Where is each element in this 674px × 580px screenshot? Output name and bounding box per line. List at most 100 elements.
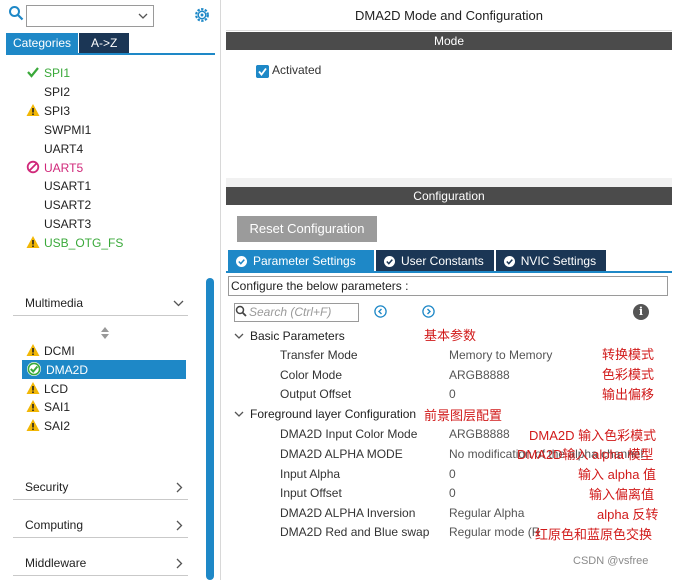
list-item-label: USART2 <box>44 198 92 212</box>
annotation: DMA2D输入 alpha 模型 <box>517 447 654 462</box>
group-foreground-layer[interactable]: Foreground layer Configuration <box>234 405 416 423</box>
tab-label: User Constants <box>401 254 484 268</box>
annotation: 前景图层配置 <box>424 408 503 423</box>
list-item-label: UART4 <box>44 142 84 156</box>
annotation: 色彩模式 <box>602 367 655 382</box>
previous-match-icon[interactable] <box>374 305 387 318</box>
mode-header: Mode <box>226 32 672 50</box>
tab-a-z[interactable]: A->Z <box>79 33 130 53</box>
group-label: Basic Parameters <box>250 329 345 343</box>
param-label[interactable]: Transfer Mode <box>280 346 358 364</box>
section-label: Multimedia <box>25 296 84 310</box>
section-label: Middleware <box>25 556 87 570</box>
list-item-uart4[interactable]: UART4 <box>26 140 83 158</box>
tab-user-constants[interactable]: User Constants <box>376 250 494 272</box>
search-input[interactable] <box>26 5 154 27</box>
warning-icon <box>26 236 40 248</box>
section-label: Security <box>25 480 69 494</box>
section-middleware[interactable]: Middleware <box>13 550 188 576</box>
chevron-right-icon <box>176 520 183 531</box>
list-item-label: USART3 <box>44 217 92 231</box>
tabs-underline <box>226 271 672 273</box>
param-value[interactable]: Regular mode (RGB or ARGB) <box>449 523 539 541</box>
param-label[interactable]: Output Offset <box>280 385 351 403</box>
param-value[interactable]: 0 <box>449 484 456 502</box>
chevron-down-icon[interactable] <box>138 11 148 21</box>
param-value[interactable]: ARGB8888 <box>449 425 510 443</box>
param-value[interactable]: 0 <box>449 385 456 403</box>
section-computing[interactable]: Computing <box>13 512 188 538</box>
watermark: CSDN @vsfree <box>573 555 649 567</box>
param-label[interactable]: Input Offset <box>280 484 342 502</box>
param-value[interactable]: Memory to Memory <box>449 346 552 364</box>
activated-label: Activated <box>272 63 322 77</box>
warning-icon <box>26 419 40 431</box>
info-icon[interactable]: i <box>633 304 649 320</box>
list-item-spi1[interactable]: SPI1 <box>26 64 70 82</box>
checkbox-activated[interactable] <box>256 65 269 78</box>
list-item-usart1[interactable]: USART1 <box>26 177 91 195</box>
param-label[interactable]: DMA2D ALPHA MODE <box>280 445 403 463</box>
annotation: DMA2D 输入色彩模式 <box>529 428 657 443</box>
list-item-label: SPI1 <box>44 66 71 80</box>
tab-parameter-settings[interactable]: Parameter Settings <box>228 250 374 272</box>
param-label[interactable]: DMA2D ALPHA Inversion <box>280 504 415 522</box>
chevron-down-icon <box>234 333 244 339</box>
right-panel: DMA2D Mode and Configuration Mode Activa… <box>226 0 674 580</box>
sort-icon[interactable] <box>100 326 110 340</box>
list-item-label: USART1 <box>44 179 92 193</box>
section-label: Computing <box>25 518 84 532</box>
list-item-usart3[interactable]: USART3 <box>26 215 91 233</box>
param-label[interactable]: Input Alpha <box>280 465 340 483</box>
reset-configuration-button[interactable]: Reset Configuration <box>237 216 377 242</box>
parameter-search-input[interactable]: Search (Ctrl+F) <box>234 303 359 322</box>
warning-icon <box>26 104 40 116</box>
param-value[interactable]: Regular Alpha <box>449 504 524 522</box>
param-label[interactable]: DMA2D Input Color Mode <box>280 425 417 443</box>
section-security[interactable]: Security <box>13 474 188 500</box>
configuration-header: Configuration <box>226 187 672 205</box>
list-item-usb-otg-fs[interactable]: USB_OTG_FS <box>26 234 123 252</box>
chevron-down-icon <box>173 300 184 307</box>
list-item-label: DCMI <box>44 344 75 358</box>
scrollbar[interactable] <box>206 278 214 580</box>
annotation: 红原色和蓝原色交换 <box>535 527 653 542</box>
section-multimedia[interactable]: Multimedia <box>13 290 188 316</box>
disabled-icon <box>26 160 40 174</box>
list-item-spi3[interactable]: SPI3 <box>26 102 70 120</box>
search-icon <box>235 305 247 317</box>
tab-categories[interactable]: Categories <box>6 33 79 53</box>
search-placeholder: Search (Ctrl+F) <box>249 305 332 319</box>
param-label[interactable]: DMA2D Red and Blue swap <box>280 523 429 541</box>
check-circle-icon <box>27 362 41 376</box>
tab-nvic-settings[interactable]: NVIC Settings <box>495 250 607 272</box>
list-item-lcd[interactable]: LCD <box>26 380 68 398</box>
group-basic-parameters[interactable]: Basic Parameters <box>234 327 345 345</box>
list-item-sai2[interactable]: SAI2 <box>26 417 70 435</box>
annotation: 转换模式 <box>602 347 655 362</box>
list-item-swpmi1[interactable]: SWPMI1 <box>26 121 91 139</box>
warning-icon <box>26 382 40 394</box>
list-item-usart2[interactable]: USART2 <box>26 196 91 214</box>
annotation: 输入 alpha 值 <box>578 467 657 482</box>
group-label: Foreground layer Configuration <box>250 407 417 421</box>
list-item-uart5[interactable]: UART5 <box>26 159 83 177</box>
list-item-label: SWPMI1 <box>44 123 92 137</box>
list-item-spi2[interactable]: SPI2 <box>26 83 70 101</box>
check-circle-icon <box>236 255 247 267</box>
list-item-sai1[interactable]: SAI1 <box>26 398 70 416</box>
warning-icon <box>26 344 40 356</box>
chevron-down-icon <box>234 411 244 417</box>
list-item-dma2d[interactable]: DMA2D <box>26 361 88 379</box>
search-area <box>8 5 154 27</box>
panel-divider[interactable] <box>226 178 672 187</box>
param-value[interactable]: 0 <box>449 465 456 483</box>
next-match-icon[interactable] <box>422 305 435 318</box>
check-circle-icon <box>384 255 395 267</box>
list-item-dcmi[interactable]: DCMI <box>26 342 75 360</box>
param-value[interactable]: ARGB8888 <box>449 366 510 384</box>
param-label[interactable]: Color Mode <box>280 366 342 384</box>
tab-label: Parameter Settings <box>253 254 356 268</box>
list-item-label: USB_OTG_FS <box>44 236 124 250</box>
gear-icon[interactable] <box>193 6 211 24</box>
